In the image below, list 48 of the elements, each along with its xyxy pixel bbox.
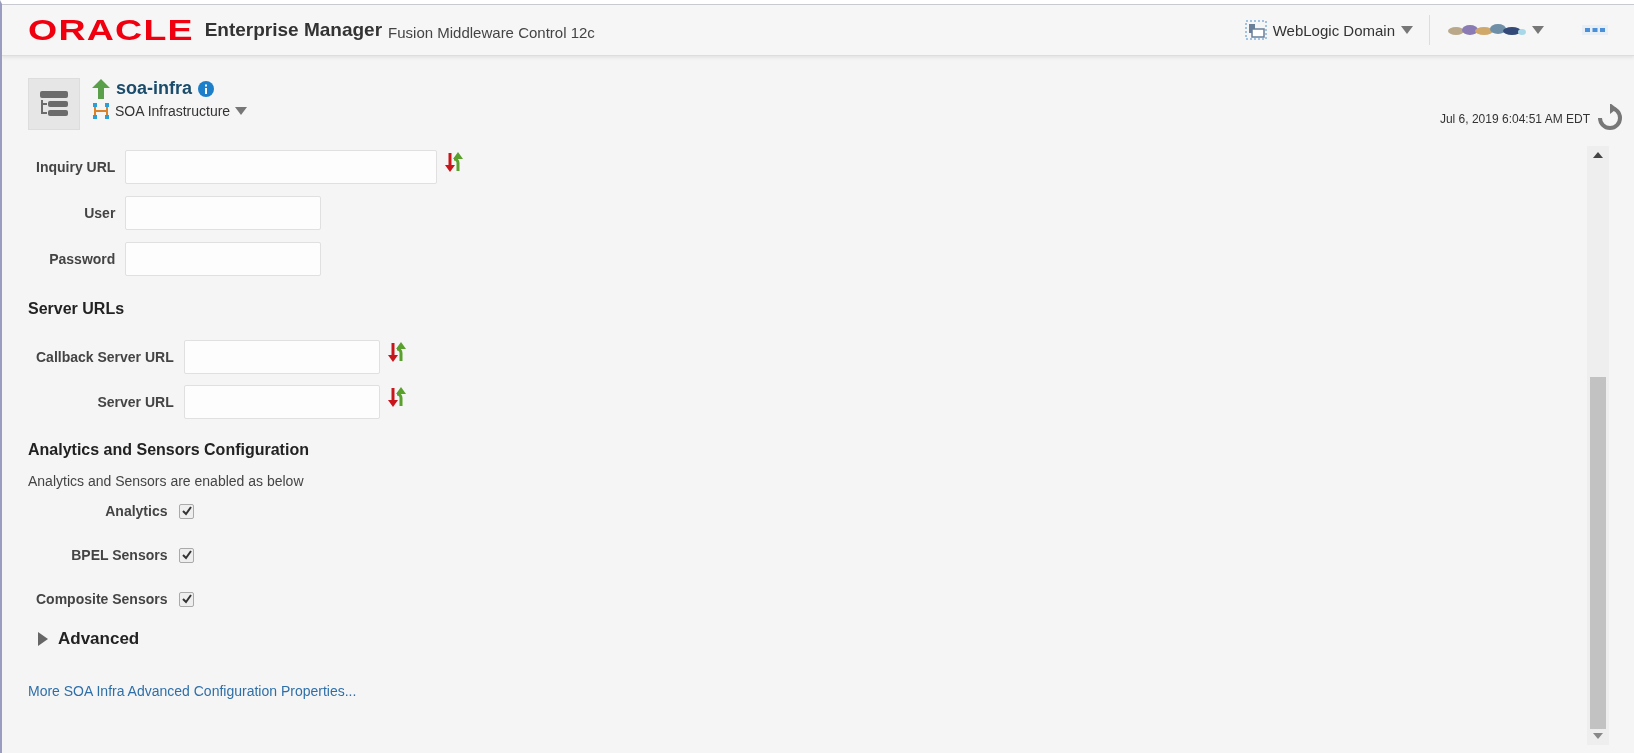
tree-icon [38, 89, 70, 119]
checkbox-label: Analytics [104, 503, 168, 519]
product-subtitle: Fusion Middleware Control 12c [388, 23, 595, 41]
caret-icon [1532, 26, 1544, 34]
more-properties-link[interactable]: More SOA Infra Advanced Configuration Properties... [28, 683, 357, 699]
more-button[interactable] [1580, 23, 1610, 37]
soa-icon [92, 102, 110, 120]
field-label: Server URL [96, 394, 174, 410]
sync-arrows-icon[interactable] [445, 151, 464, 173]
checkbox-label: BPEL Sensors [70, 547, 168, 563]
sync-arrows-icon[interactable] [387, 341, 406, 363]
sync-arrows-icon[interactable] [387, 386, 406, 408]
navigator-button[interactable] [28, 78, 80, 130]
domain-icon [1244, 20, 1267, 40]
checkbox-label: Composite Sensors [36, 591, 168, 607]
scrollbar[interactable] [1587, 146, 1609, 745]
input-field[interactable] [183, 340, 380, 374]
caret-icon [1401, 26, 1413, 34]
checkbox[interactable] [179, 591, 195, 607]
more-icon [1582, 25, 1608, 35]
target-name: soa-infra [116, 78, 193, 99]
product-title: Enterprise Manager [204, 19, 383, 41]
field-label: Password [48, 251, 116, 267]
target-type-menu[interactable]: SOA Infrastructure [92, 102, 248, 120]
up-arrow-icon [92, 78, 110, 99]
info-icon[interactable] [198, 80, 215, 97]
input-field[interactable] [183, 385, 380, 419]
section-description: Analytics and Sensors are enabled as below [28, 473, 304, 489]
advanced-disclosure[interactable]: Advanced [28, 629, 140, 649]
checkbox[interactable] [179, 503, 195, 519]
disclosure-triangle-icon [38, 632, 48, 646]
oracle-logo: ORACLE [28, 13, 194, 47]
scroll-thumb[interactable] [1590, 377, 1606, 729]
field-label: Callback Server URL [36, 349, 174, 365]
domain-menu[interactable]: WebLogic Domain [1236, 20, 1421, 40]
input-field[interactable] [125, 196, 322, 230]
caret-icon [235, 107, 248, 115]
timestamp: Jul 6, 2019 6:04:51 AM EDT [1439, 112, 1590, 126]
section-heading: Server URLs [28, 300, 125, 318]
field-label: Inquiry URL [36, 159, 116, 175]
input-field[interactable] [125, 150, 438, 184]
checkbox[interactable] [179, 547, 195, 563]
section-heading: Analytics and Sensors Configuration [28, 441, 309, 459]
refresh-icon [1596, 104, 1624, 132]
scroll-up-icon[interactable] [1593, 152, 1603, 158]
scroll-down-icon[interactable] [1593, 733, 1603, 739]
input-field[interactable] [125, 242, 322, 276]
field-label: User [83, 205, 116, 221]
